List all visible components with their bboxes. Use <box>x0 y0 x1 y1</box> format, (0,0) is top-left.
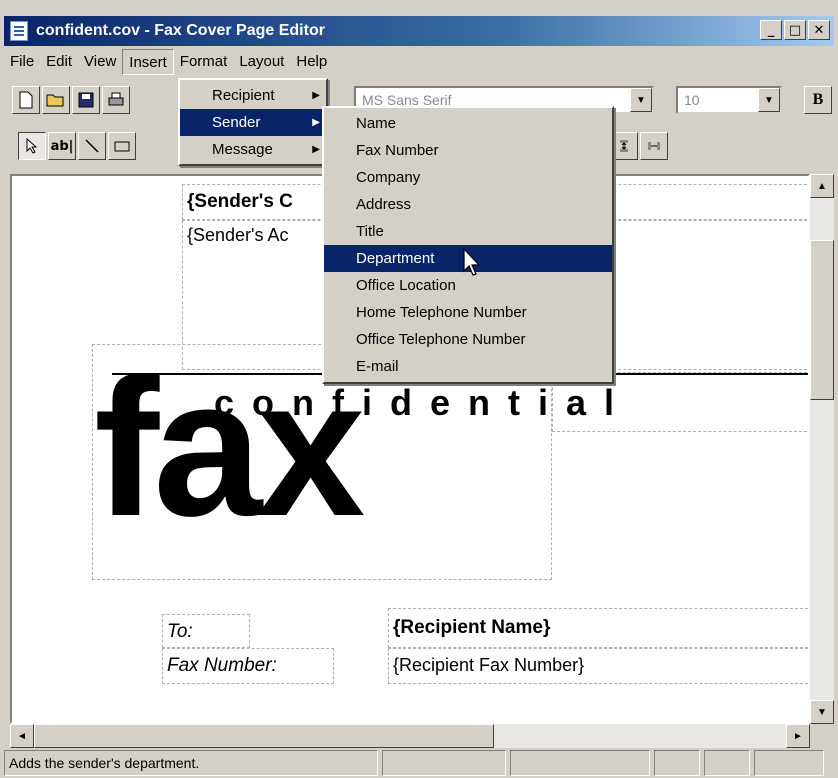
font-size-value: 10 <box>684 92 700 108</box>
window-title: confident.cov - Fax Cover Page Editor <box>36 22 325 39</box>
vertical-scroll-thumb[interactable] <box>810 240 834 400</box>
menu-item-recipient-label: Recipient <box>212 87 275 104</box>
pointer-tool-icon[interactable] <box>18 132 46 160</box>
menu-item-recipient[interactable]: Recipient ▶ <box>180 82 326 109</box>
submenu-item-title[interactable]: Title <box>324 218 612 245</box>
chevron-down-icon[interactable]: ▼ <box>758 88 780 112</box>
submenu-item-home-telephone[interactable]: Home Telephone Number <box>324 299 612 326</box>
menu-layout[interactable]: Layout <box>233 49 290 75</box>
scroll-up-icon[interactable]: ▲ <box>810 174 834 198</box>
rectangle-tool-icon[interactable] <box>108 132 136 160</box>
window-controls: _ □ ✕ <box>760 20 830 40</box>
sender-address-text: {Sender's Ac <box>187 225 289 245</box>
new-file-icon[interactable] <box>12 86 40 114</box>
menu-item-message[interactable]: Message ▶ <box>180 136 326 163</box>
fax-number-label-field[interactable]: Fax Number: <box>162 648 334 684</box>
close-button[interactable]: ✕ <box>808 20 830 40</box>
status-panel <box>704 750 750 776</box>
app-window: confident.cov - Fax Cover Page Editor _ … <box>0 0 838 778</box>
minimize-button[interactable]: _ <box>760 20 782 40</box>
chevron-down-icon[interactable]: ▼ <box>630 88 652 112</box>
menu-format[interactable]: Format <box>174 49 234 75</box>
title-bar[interactable]: confident.cov - Fax Cover Page Editor _ … <box>4 16 834 46</box>
recipient-fax-text: {Recipient Fax Number} <box>393 655 585 675</box>
submenu-item-email[interactable]: E-mail <box>324 353 612 380</box>
cursor-pointer-icon <box>463 248 481 276</box>
status-text: Adds the sender's department. <box>4 750 378 776</box>
insert-menu: Recipient ▶ Sender ▶ Message ▶ <box>178 78 328 166</box>
menu-item-sender-label: Sender <box>212 114 261 131</box>
status-panel <box>754 750 824 776</box>
save-icon[interactable] <box>72 86 100 114</box>
space-down-icon[interactable] <box>610 132 638 160</box>
text-tool-button[interactable]: ab| <box>48 132 76 160</box>
recipient-fax-field[interactable]: {Recipient Fax Number} <box>388 648 808 684</box>
space-across-icon[interactable] <box>640 132 668 160</box>
menu-help[interactable]: Help <box>290 49 333 75</box>
vertical-scrollbar[interactable]: ▲ ▼ <box>810 174 834 724</box>
submenu-arrow-icon: ▶ <box>312 90 320 101</box>
open-folder-icon[interactable] <box>42 86 70 114</box>
menu-view[interactable]: View <box>78 49 122 75</box>
to-label-field[interactable]: To: <box>162 614 250 648</box>
document-icon <box>10 21 28 41</box>
sender-submenu: Name Fax Number Company Address Title De… <box>322 106 614 384</box>
bold-button[interactable]: B <box>804 86 832 114</box>
fax-number-label: Fax Number: <box>167 655 277 676</box>
status-panel <box>510 750 650 776</box>
submenu-item-address[interactable]: Address <box>324 191 612 218</box>
menu-edit[interactable]: Edit <box>40 49 78 75</box>
submenu-item-fax-number[interactable]: Fax Number <box>324 137 612 164</box>
menu-item-message-label: Message <box>212 141 273 158</box>
recipient-name-text: {Recipient Name} <box>393 617 551 638</box>
submenu-item-name[interactable]: Name <box>324 110 612 137</box>
submenu-item-office-telephone[interactable]: Office Telephone Number <box>324 326 612 353</box>
status-panel <box>654 750 700 776</box>
menu-bar: File Edit View Insert Format Layout Help <box>4 48 834 76</box>
scroll-left-icon[interactable]: ◄ <box>10 724 34 748</box>
scroll-down-icon[interactable]: ▼ <box>810 700 834 724</box>
line-tool-icon[interactable] <box>78 132 106 160</box>
scroll-right-icon[interactable]: ► <box>786 724 810 748</box>
horizontal-scroll-thumb[interactable] <box>34 724 494 748</box>
print-icon[interactable] <box>102 86 130 114</box>
menu-file[interactable]: File <box>4 49 40 75</box>
maximize-button[interactable]: □ <box>784 20 806 40</box>
sender-company-text: {Sender's C <box>187 191 293 212</box>
menu-insert[interactable]: Insert <box>122 49 174 75</box>
recipient-name-field[interactable]: {Recipient Name} <box>388 608 808 648</box>
to-label: To: <box>167 621 193 642</box>
menu-item-sender[interactable]: Sender ▶ <box>180 109 326 136</box>
font-size-combo[interactable]: 10 ▼ <box>676 86 782 114</box>
submenu-item-company[interactable]: Company <box>324 164 612 191</box>
submenu-arrow-icon: ▶ <box>312 144 320 155</box>
horizontal-scrollbar[interactable]: ◄ ► <box>10 724 810 748</box>
fax-logo-text: fax <box>94 338 365 557</box>
status-bar: Adds the sender's department. <box>4 750 834 776</box>
status-panel <box>382 750 506 776</box>
submenu-arrow-icon: ▶ <box>312 117 320 128</box>
